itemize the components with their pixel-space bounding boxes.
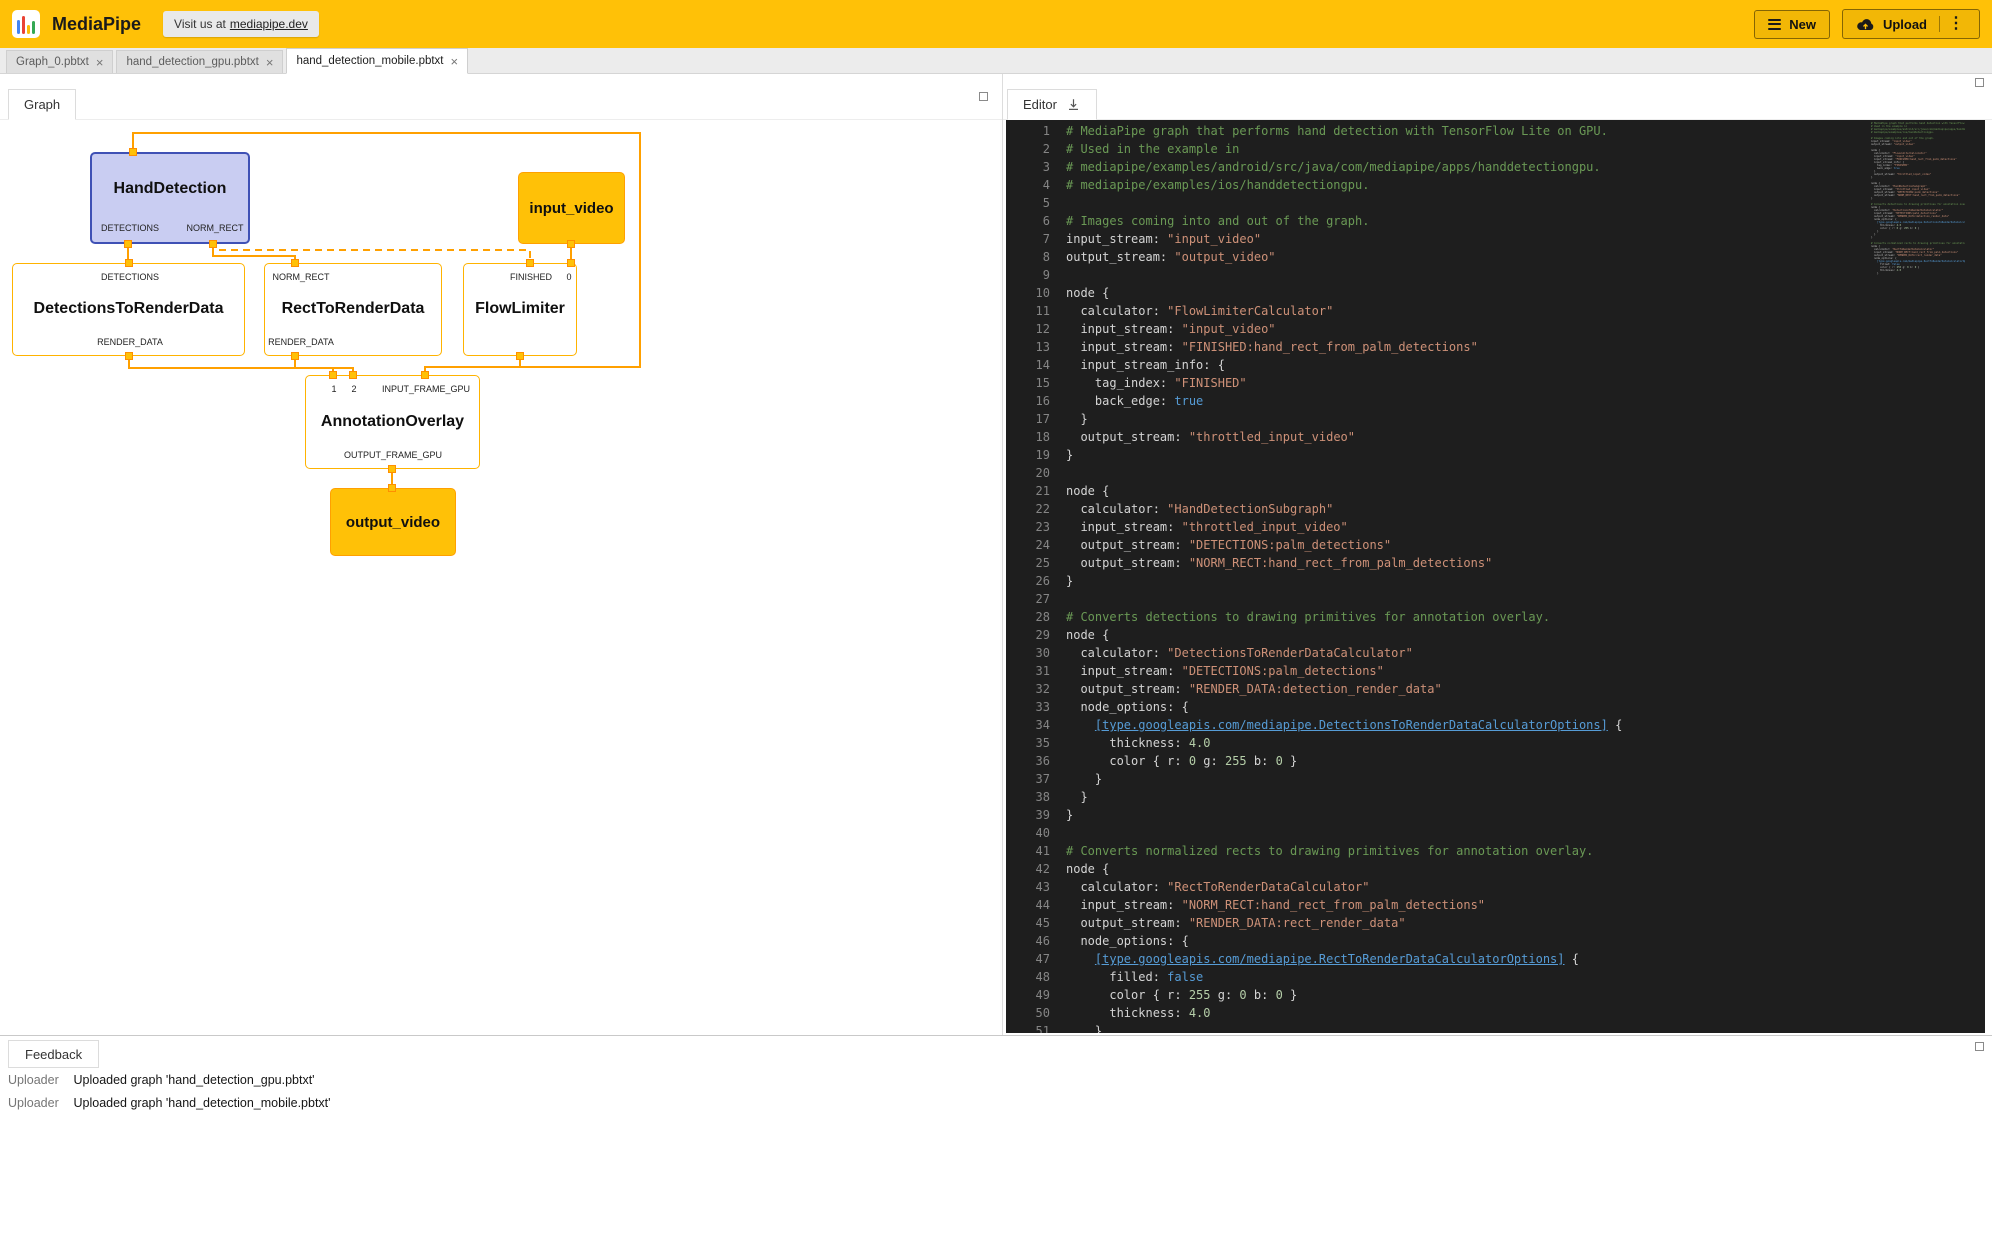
hamburger-icon — [1768, 19, 1781, 30]
app-title: MediaPipe — [52, 14, 141, 35]
node-title: AnnotationOverlay — [306, 413, 479, 431]
node-output-video[interactable]: output_video — [330, 488, 456, 556]
port-label: FINISHED — [510, 272, 552, 282]
graph-pane-header: Graph — [0, 74, 1002, 120]
editor-pane: Editor 123456789101112131415161718192021… — [1002, 74, 1992, 1035]
port-label: NORM_RECT — [272, 272, 329, 282]
file-tab-label: Graph_0.pbtxt — [16, 56, 89, 68]
graph-edge-rect-render-data — [295, 356, 353, 375]
port-square — [349, 371, 357, 379]
graph-edge-norm-rect — [213, 244, 295, 263]
visit-label: Visit us at — [174, 17, 226, 31]
new-button-label: New — [1789, 17, 1816, 32]
tab-close-icon[interactable]: × — [451, 55, 459, 68]
upload-button-label: Upload — [1883, 17, 1927, 32]
feedback-source: Uploader — [8, 1073, 70, 1087]
graph-canvas[interactable]: HandDetection DETECTIONS NORM_RECT input… — [0, 122, 1002, 1035]
node-hand-detection[interactable]: HandDetection DETECTIONS NORM_RECT — [90, 152, 250, 244]
feedback-tab-label: Feedback — [25, 1047, 82, 1062]
file-tab-strip: Graph_0.pbtxt × hand_detection_gpu.pbtxt… — [0, 48, 1992, 74]
node-annotation-overlay[interactable]: 1 2 INPUT_FRAME_GPU AnnotationOverlay OU… — [305, 375, 480, 469]
port-label: RENDER_DATA — [97, 337, 163, 347]
node-title: output_video — [331, 514, 455, 531]
graph-pane: Graph HandDetection — [0, 74, 1002, 1035]
port-square — [567, 240, 575, 248]
port-label: 0 — [566, 272, 571, 282]
port-square — [125, 259, 133, 267]
port-square — [129, 148, 137, 156]
tab-editor[interactable]: Editor — [1007, 89, 1097, 120]
file-tab-label: hand_detection_gpu.pbtxt — [126, 56, 258, 68]
upload-button[interactable]: Upload ⋮ — [1842, 9, 1980, 39]
feedback-message: Uploaded graph 'hand_detection_gpu.pbtxt… — [73, 1073, 314, 1087]
maximize-icon[interactable] — [1975, 78, 1984, 87]
mediapipe-logo-icon — [12, 10, 40, 38]
port-square — [388, 484, 396, 492]
editor-pane-header: Editor — [1003, 74, 1992, 120]
port-label: RENDER_DATA — [268, 337, 334, 347]
download-icon[interactable] — [1066, 97, 1081, 112]
port-square — [124, 240, 132, 248]
port-square — [291, 259, 299, 267]
cloud-upload-icon — [1856, 17, 1875, 31]
node-title: DetectionsToRenderData — [13, 300, 244, 318]
node-title: RectToRenderData — [265, 300, 441, 318]
graph-edge-throttled-to-overlay — [425, 356, 520, 375]
port-square — [516, 352, 524, 360]
port-square — [329, 371, 337, 379]
new-button[interactable]: New — [1754, 10, 1830, 39]
node-title: FlowLimiter — [464, 300, 576, 318]
port-square — [567, 259, 575, 267]
header-bar: MediaPipe Visit us at mediapipe.dev New … — [0, 0, 1992, 48]
editor-code[interactable]: # MediaPipe graph that performs hand det… — [1066, 122, 1855, 1033]
node-title: HandDetection — [92, 180, 248, 198]
editor-minimap[interactable]: # MediaPipe graph that performs hand det… — [1871, 122, 1965, 275]
port-label: INPUT_FRAME_GPU — [382, 384, 470, 394]
feedback-message: Uploaded graph 'hand_detection_mobile.pb… — [73, 1096, 330, 1110]
editor-tab-label: Editor — [1023, 97, 1057, 112]
port-label: DETECTIONS — [101, 223, 159, 233]
graph-edge-back-edge-dashed — [213, 244, 530, 263]
maximize-icon[interactable] — [979, 92, 988, 101]
mediapipe-visualizer: MediaPipe Visit us at mediapipe.dev New … — [0, 0, 1992, 1236]
port-square — [291, 352, 299, 360]
port-square — [209, 240, 217, 248]
tab-feedback[interactable]: Feedback — [8, 1040, 99, 1068]
port-square — [421, 371, 429, 379]
maximize-icon[interactable] — [1975, 1042, 1984, 1051]
code-editor[interactable]: 1234567891011121314151617181920212223242… — [1006, 120, 1985, 1033]
editor-gutter: 1234567891011121314151617181920212223242… — [1006, 122, 1050, 1033]
edge-layer — [0, 122, 1002, 1035]
file-tab-graph-0[interactable]: Graph_0.pbtxt × — [6, 50, 113, 73]
node-title: input_video — [519, 200, 624, 217]
tab-graph[interactable]: Graph — [8, 89, 76, 120]
port-square — [388, 465, 396, 473]
kebab-menu-icon[interactable]: ⋮ — [1939, 16, 1966, 32]
feedback-panel: Feedback Uploader Uploaded graph 'hand_d… — [0, 1035, 1992, 1236]
node-detections-to-render-data[interactable]: DETECTIONS DetectionsToRenderData RENDER… — [12, 263, 245, 356]
port-label: DETECTIONS — [101, 272, 159, 282]
node-input-video[interactable]: input_video — [518, 172, 625, 244]
port-label: 2 — [351, 384, 356, 394]
tab-close-icon[interactable]: × — [96, 56, 104, 69]
file-tab-label: hand_detection_mobile.pbtxt — [296, 55, 443, 67]
graph-tab-label: Graph — [24, 97, 60, 112]
port-label: NORM_RECT — [186, 223, 243, 233]
feedback-row: Uploader Uploaded graph 'hand_detection_… — [8, 1073, 315, 1087]
node-flow-limiter[interactable]: FINISHED 0 FlowLimiter — [463, 263, 577, 356]
port-square — [526, 259, 534, 267]
file-tab-hand-detection-gpu[interactable]: hand_detection_gpu.pbtxt × — [116, 50, 283, 73]
visit-link[interactable]: mediapipe.dev — [230, 17, 308, 31]
tab-close-icon[interactable]: × — [266, 56, 274, 69]
file-tab-hand-detection-mobile[interactable]: hand_detection_mobile.pbtxt × — [286, 48, 468, 74]
visit-link-button[interactable]: Visit us at mediapipe.dev — [163, 11, 319, 37]
feedback-source: Uploader — [8, 1096, 70, 1110]
port-label: OUTPUT_FRAME_GPU — [344, 450, 442, 460]
port-square — [125, 352, 133, 360]
feedback-row: Uploader Uploaded graph 'hand_detection_… — [8, 1096, 331, 1110]
node-rect-to-render-data[interactable]: NORM_RECT RectToRenderData RENDER_DATA — [264, 263, 442, 356]
graph-edge-detection-render-data — [129, 356, 333, 375]
port-label: 1 — [331, 384, 336, 394]
